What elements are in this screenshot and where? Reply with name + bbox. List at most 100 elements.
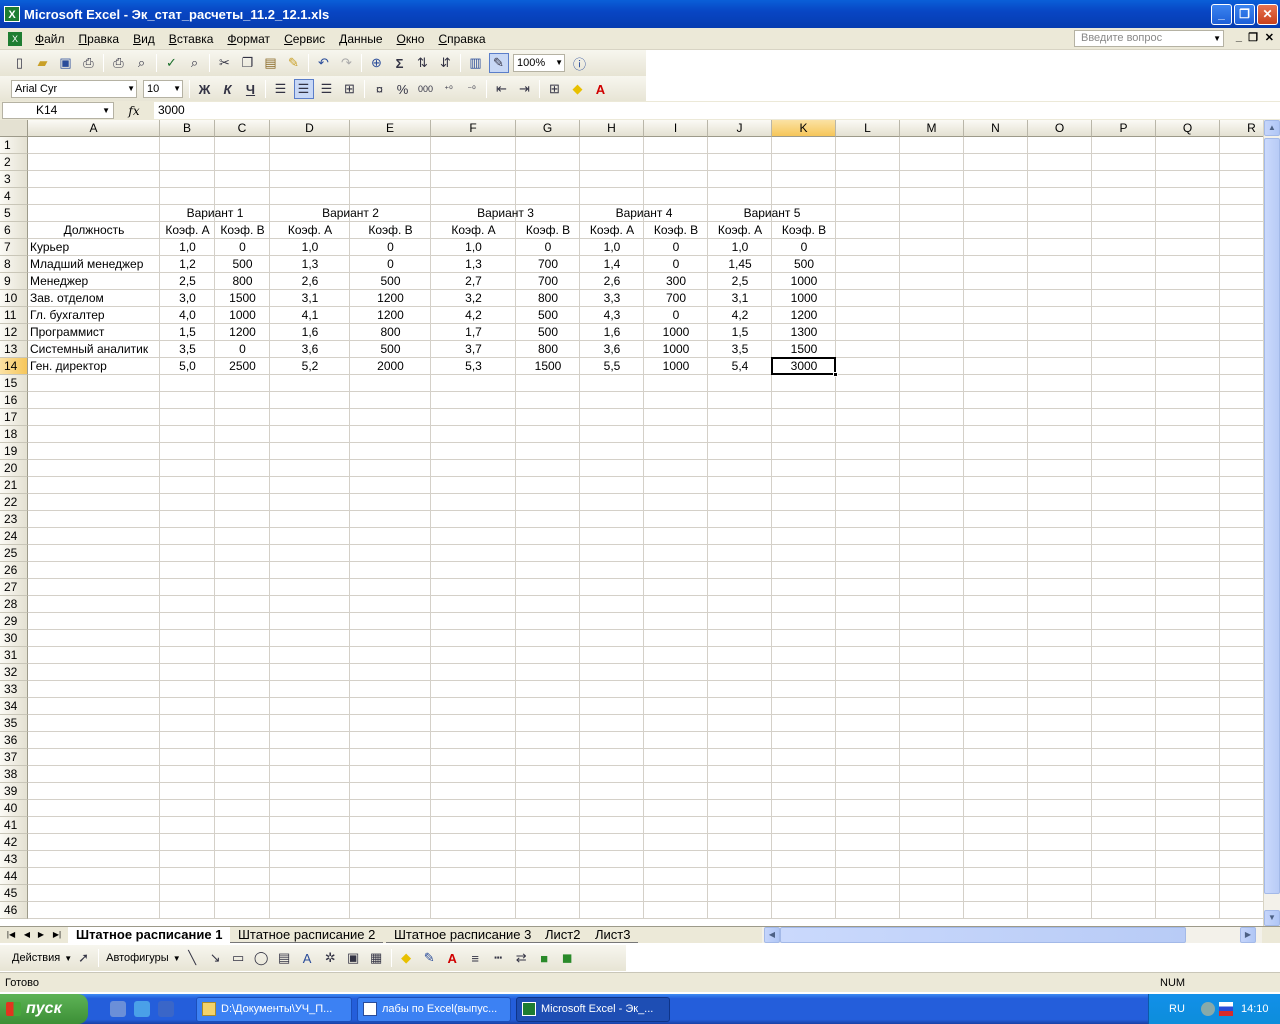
- chevron-down-icon[interactable]: ▼: [555, 55, 563, 71]
- value-cell[interactable]: 2500: [215, 358, 270, 375]
- value-cell[interactable]: 1,6: [580, 324, 644, 341]
- value-cell[interactable]: 1200: [772, 307, 836, 324]
- row-header[interactable]: 39: [0, 783, 28, 800]
- value-cell[interactable]: 1200: [350, 307, 431, 324]
- format-painter-icon[interactable]: ✎: [284, 53, 304, 73]
- font-color-icon[interactable]: A: [442, 948, 462, 968]
- column-header-d[interactable]: D: [270, 120, 350, 137]
- autosum-icon[interactable]: Σ: [390, 53, 410, 73]
- value-cell[interactable]: 3,5: [708, 341, 772, 358]
- value-cell[interactable]: 3,6: [270, 341, 350, 358]
- oval-icon[interactable]: ◯: [251, 948, 271, 968]
- row-header[interactable]: 11: [0, 307, 28, 324]
- value-cell[interactable]: 1500: [516, 358, 580, 375]
- tab-sheet-2[interactable]: Штатное расписание 2: [230, 927, 384, 943]
- value-cell[interactable]: 500: [350, 273, 431, 290]
- last-sheet-icon[interactable]: ▶|: [50, 928, 64, 942]
- sort-descending-icon[interactable]: ⇵: [436, 53, 456, 73]
- open-icon[interactable]: ▰: [33, 53, 53, 73]
- value-cell[interactable]: 4,2: [431, 307, 516, 324]
- save-icon[interactable]: ▣: [56, 53, 76, 73]
- actions-menu[interactable]: Действия: [8, 952, 64, 964]
- row-header[interactable]: 22: [0, 494, 28, 511]
- row-header[interactable]: 4: [0, 188, 28, 205]
- tab-list2[interactable]: Лист2: [537, 927, 589, 943]
- value-cell[interactable]: 1,3: [431, 256, 516, 273]
- value-cell[interactable]: 1,5: [160, 324, 215, 341]
- value-cell[interactable]: 800: [516, 290, 580, 307]
- underline-button[interactable]: Ч: [241, 79, 261, 99]
- value-cell[interactable]: 3,6: [580, 341, 644, 358]
- internet-explorer-icon[interactable]: [134, 1001, 150, 1017]
- undo-icon[interactable]: ↶: [314, 53, 334, 73]
- font-size-select[interactable]: 10 ▼: [143, 80, 183, 98]
- row-header[interactable]: 6: [0, 222, 28, 239]
- italic-button[interactable]: К: [218, 79, 238, 99]
- tab-sheet-1[interactable]: Штатное расписание 1: [68, 927, 231, 943]
- scroll-thumb-horizontal[interactable]: [780, 927, 1186, 943]
- increase-indent-icon[interactable]: ⇥: [515, 79, 535, 99]
- restore-button[interactable]: ❐: [1234, 3, 1255, 25]
- value-cell[interactable]: 3,1: [270, 290, 350, 307]
- position-cell[interactable]: Младший менеджер: [28, 256, 160, 273]
- decrease-indent-icon[interactable]: ⇤: [492, 79, 512, 99]
- doc-restore-icon[interactable]: ❐: [1248, 31, 1258, 44]
- font-select[interactable]: Arial Cyr ▼: [11, 80, 137, 98]
- value-cell[interactable]: 1000: [644, 358, 708, 375]
- permission-icon[interactable]: ⎙: [79, 53, 99, 73]
- taskbar-item-excel[interactable]: Microsoft Excel - Эк_...: [516, 997, 670, 1022]
- column-header-b[interactable]: B: [160, 120, 215, 137]
- row-header[interactable]: 29: [0, 613, 28, 630]
- merge-center-icon[interactable]: ⊞: [340, 79, 360, 99]
- value-cell[interactable]: 3,5: [160, 341, 215, 358]
- value-cell[interactable]: 300: [644, 273, 708, 290]
- next-sheet-icon[interactable]: ▶: [34, 928, 48, 942]
- variant-header[interactable]: Вариант 1: [160, 205, 270, 222]
- column-header-q[interactable]: Q: [1156, 120, 1220, 137]
- row-header[interactable]: 30: [0, 630, 28, 647]
- arrow-icon[interactable]: ↘: [205, 948, 225, 968]
- menu-tools[interactable]: Сервис: [277, 32, 332, 46]
- value-cell[interactable]: 4,3: [580, 307, 644, 324]
- coef-a-header[interactable]: Коэф. А: [270, 222, 350, 239]
- value-cell[interactable]: 1000: [644, 324, 708, 341]
- value-cell[interactable]: 3,7: [431, 341, 516, 358]
- value-cell[interactable]: 1,0: [160, 239, 215, 256]
- column-header-k[interactable]: K: [772, 120, 836, 137]
- value-cell[interactable]: 3,2: [431, 290, 516, 307]
- coef-b-header[interactable]: Коэф. В: [215, 222, 270, 239]
- value-cell[interactable]: 2,6: [270, 273, 350, 290]
- value-cell[interactable]: 0: [772, 239, 836, 256]
- minimize-button[interactable]: _: [1211, 3, 1232, 25]
- align-right-icon[interactable]: ☰: [317, 79, 337, 99]
- row-header[interactable]: 28: [0, 596, 28, 613]
- position-header-cell[interactable]: Должность: [28, 222, 160, 239]
- row-header[interactable]: 27: [0, 579, 28, 596]
- taskbar-item-word[interactable]: лабы по Excel(выпус...: [357, 997, 511, 1022]
- line-color-icon[interactable]: ✎: [419, 948, 439, 968]
- position-cell[interactable]: Гл. бухгалтер: [28, 307, 160, 324]
- textbox-icon[interactable]: ▤: [274, 948, 294, 968]
- column-header-m[interactable]: M: [900, 120, 964, 137]
- doc-minimize-icon[interactable]: _: [1236, 31, 1242, 43]
- value-cell[interactable]: 3,3: [580, 290, 644, 307]
- row-header[interactable]: 16: [0, 392, 28, 409]
- value-cell[interactable]: 1,6: [270, 324, 350, 341]
- value-cell[interactable]: 0: [215, 341, 270, 358]
- value-cell[interactable]: 4,1: [270, 307, 350, 324]
- row-header[interactable]: 45: [0, 885, 28, 902]
- value-cell[interactable]: 5,5: [580, 358, 644, 375]
- row-header[interactable]: 18: [0, 426, 28, 443]
- value-cell[interactable]: 1000: [772, 290, 836, 307]
- horizontal-scrollbar[interactable]: ◀ ▶: [762, 927, 1262, 943]
- value-cell[interactable]: 1,7: [431, 324, 516, 341]
- help-search-input[interactable]: Введите вопрос ▼: [1074, 30, 1224, 47]
- coef-a-header[interactable]: Коэф. А: [431, 222, 516, 239]
- show-desktop-icon[interactable]: [158, 1001, 174, 1017]
- column-header-j[interactable]: J: [708, 120, 772, 137]
- sort-ascending-icon[interactable]: ⇅: [413, 53, 433, 73]
- copy-icon[interactable]: ❐: [238, 53, 258, 73]
- column-header-g[interactable]: G: [516, 120, 580, 137]
- doc-close-icon[interactable]: ✕: [1265, 31, 1274, 44]
- spelling-icon[interactable]: ✓: [162, 53, 182, 73]
